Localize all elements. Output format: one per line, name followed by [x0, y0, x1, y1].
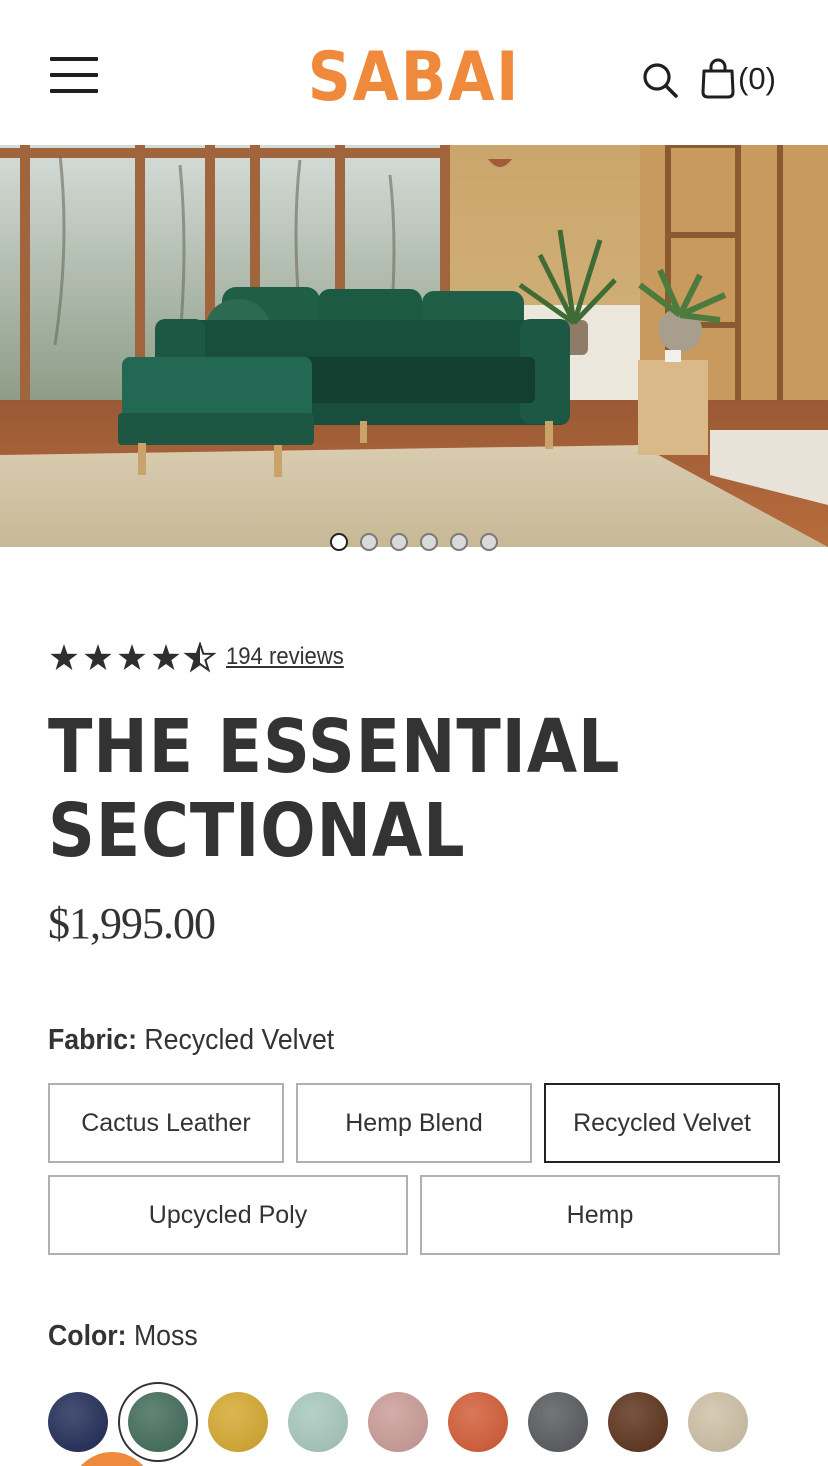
product-title: THE ESSENTIAL SECTIONAL	[48, 705, 699, 873]
color-swatch[interactable]	[208, 1392, 268, 1452]
color-swatch[interactable]	[528, 1392, 588, 1452]
fabric-selected-value: Recycled Velvet	[144, 1024, 335, 1056]
site-header: SABAI (0)	[0, 0, 828, 145]
reviews-link[interactable]: 194 reviews	[226, 643, 344, 671]
carousel-dot[interactable]	[450, 533, 468, 551]
carousel-dots	[330, 533, 500, 551]
cart-count: (0)	[738, 61, 776, 96]
fabric-option-recycled-velvet[interactable]: Recycled Velvet	[544, 1083, 780, 1163]
fabric-option-cactus-leather[interactable]: Cactus Leather	[48, 1083, 284, 1163]
color-swatch[interactable]	[288, 1392, 348, 1452]
product-hero-image[interactable]	[0, 145, 828, 547]
color-swatch[interactable]	[368, 1392, 428, 1452]
fabric-label-key: Fabric:	[48, 1024, 137, 1056]
carousel-dot[interactable]	[330, 533, 348, 551]
fabric-option-hemp-blend[interactable]: Hemp Blend	[296, 1083, 532, 1163]
carousel-dot[interactable]	[480, 533, 498, 551]
color-label-key: Color:	[48, 1320, 127, 1352]
color-swatch[interactable]	[688, 1392, 748, 1452]
color-label: Color: Moss	[48, 1320, 198, 1353]
shopping-bag-icon	[701, 58, 735, 99]
carousel-dot[interactable]	[360, 533, 378, 551]
fabric-option-upcycled-poly[interactable]: Upcycled Poly	[48, 1175, 408, 1255]
color-swatch[interactable]	[448, 1392, 508, 1452]
color-selected-value: Moss	[133, 1320, 198, 1352]
color-swatch[interactable]	[48, 1392, 108, 1452]
product-title-line: SECTIONAL	[48, 788, 466, 874]
fabric-option-hemp[interactable]: Hemp	[420, 1175, 780, 1255]
star-rating-icon	[50, 642, 217, 673]
carousel-dot[interactable]	[390, 533, 408, 551]
color-swatch[interactable]	[128, 1392, 188, 1452]
product-price: $1,995.00	[48, 899, 216, 948]
product-title-line: THE ESSENTIAL	[48, 704, 621, 790]
search-icon[interactable]	[640, 60, 680, 100]
cart-button[interactable]: (0)	[700, 58, 780, 102]
fabric-label: Fabric: Recycled Velvet	[48, 1024, 334, 1057]
sectional-sofa-photo	[0, 145, 828, 547]
carousel-dot[interactable]	[420, 533, 438, 551]
color-swatch[interactable]	[608, 1392, 668, 1452]
